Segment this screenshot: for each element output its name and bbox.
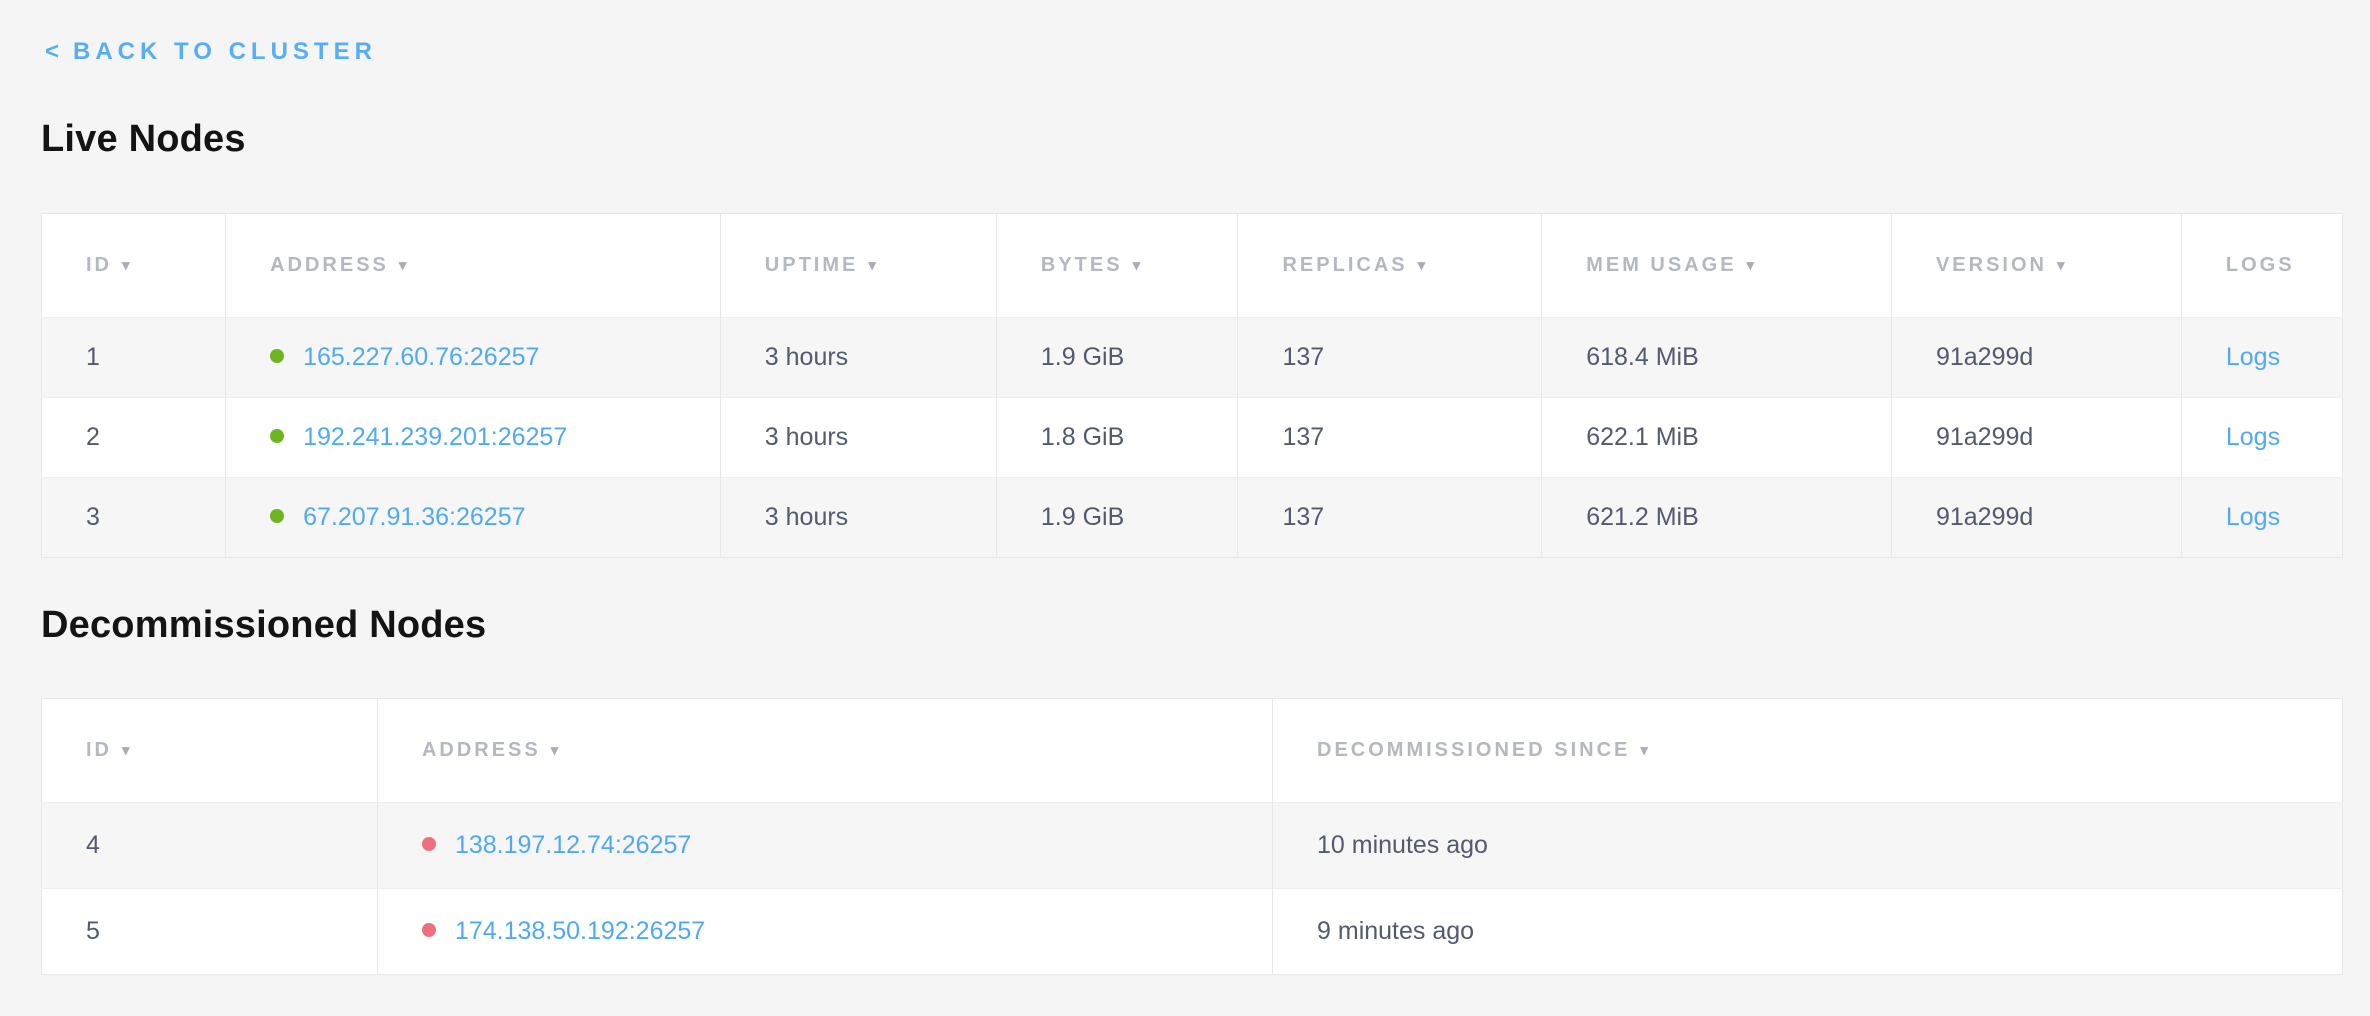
node-id-cell: 1 — [42, 318, 226, 398]
sort-arrow-icon: ▾ — [868, 256, 879, 274]
decommissioned-nodes-table: ID ▾ ADDRESS ▾ DECOMMISSIONED SINCE ▾ 4 138… — [41, 698, 2343, 975]
node-address-cell: 165.227.60.76:26257 — [226, 318, 721, 398]
column-header-replicas[interactable]: REPLICAS ▾ — [1238, 214, 1542, 318]
column-header-mem-usage[interactable]: MEM USAGE ▾ — [1542, 214, 1892, 318]
table-row: 1 165.227.60.76:26257 3 hours 1.9 GiB 13… — [42, 318, 2343, 398]
table-row: 2 192.241.239.201:26257 3 hours 1.8 GiB … — [42, 398, 2343, 478]
column-header-label: UPTIME — [765, 254, 859, 276]
column-header-label: ID — [86, 254, 112, 276]
column-header-label: DECOMMISSIONED SINCE — [1317, 739, 1630, 761]
sort-arrow-icon: ▾ — [1640, 741, 1651, 759]
decommissioned-status-dot-icon — [422, 923, 436, 937]
node-id-cell: 4 — [42, 803, 378, 889]
column-header-decommissioned-since[interactable]: DECOMMISSIONED SINCE ▾ — [1273, 699, 2343, 803]
column-header-address[interactable]: ADDRESS ▾ — [226, 214, 721, 318]
node-address-link[interactable]: 138.197.12.74:26257 — [455, 831, 691, 859]
sort-arrow-icon: ▾ — [551, 741, 562, 759]
column-header-bytes[interactable]: BYTES ▾ — [996, 214, 1238, 318]
sort-arrow-icon: ▾ — [2057, 256, 2068, 274]
node-version-cell: 91a299d — [1891, 318, 2181, 398]
sort-arrow-icon: ▾ — [1747, 256, 1758, 274]
node-bytes-cell: 1.9 GiB — [996, 318, 1238, 398]
node-uptime-cell: 3 hours — [720, 478, 996, 558]
live-nodes-title: Live Nodes — [41, 116, 2343, 162]
node-list-page: < BACK TO CLUSTER Live Nodes ID ▾ ADDRESS ▾… — [0, 0, 2370, 975]
node-address-cell: 138.197.12.74:26257 — [377, 803, 1272, 889]
decommissioned-since-cell: 10 minutes ago — [1273, 803, 2343, 889]
node-logs-cell: Logs — [2181, 478, 2342, 558]
live-nodes-table: ID ▾ ADDRESS ▾ UPTIME ▾ BYTES ▾ REPLICAS ▾ ME… — [41, 213, 2343, 558]
column-header-address[interactable]: ADDRESS ▾ — [377, 699, 1272, 803]
column-header-label: BYTES — [1041, 254, 1123, 276]
node-replicas-cell: 137 — [1238, 398, 1542, 478]
column-header-version[interactable]: VERSION ▾ — [1891, 214, 2181, 318]
back-to-cluster-link[interactable]: < BACK TO CLUSTER — [45, 38, 377, 66]
live-nodes-header-row: ID ▾ ADDRESS ▾ UPTIME ▾ BYTES ▾ REPLICAS ▾ ME… — [42, 214, 2343, 318]
node-mem-usage-cell: 618.4 MiB — [1542, 318, 1892, 398]
column-header-label: REPLICAS — [1282, 254, 1407, 276]
column-header-label: MEM USAGE — [1586, 254, 1736, 276]
node-bytes-cell: 1.8 GiB — [996, 398, 1238, 478]
node-version-cell: 91a299d — [1891, 398, 2181, 478]
node-address-link[interactable]: 174.138.50.192:26257 — [455, 917, 705, 945]
live-status-dot-icon — [270, 509, 284, 523]
column-header-logs: LOGS — [2181, 214, 2342, 318]
column-header-id[interactable]: ID ▾ — [42, 699, 378, 803]
node-address-link[interactable]: 165.227.60.76:26257 — [303, 343, 539, 371]
sort-arrow-icon: ▾ — [122, 741, 133, 759]
column-header-id[interactable]: ID ▾ — [42, 214, 226, 318]
node-uptime-cell: 3 hours — [720, 318, 996, 398]
node-address-cell: 192.241.239.201:26257 — [226, 398, 721, 478]
column-header-label: LOGS — [2226, 254, 2295, 276]
decommissioned-status-dot-icon — [422, 837, 436, 851]
decommissioned-since-cell: 9 minutes ago — [1273, 889, 2343, 975]
back-link-label: BACK TO CLUSTER — [73, 38, 377, 65]
node-address-link[interactable]: 192.241.239.201:26257 — [303, 423, 567, 451]
node-bytes-cell: 1.9 GiB — [996, 478, 1238, 558]
table-row: 3 67.207.91.36:26257 3 hours 1.9 GiB 137… — [42, 478, 2343, 558]
node-mem-usage-cell: 622.1 MiB — [1542, 398, 1892, 478]
live-status-dot-icon — [270, 429, 284, 443]
column-header-label: ADDRESS — [422, 739, 541, 761]
node-replicas-cell: 137 — [1238, 318, 1542, 398]
table-row: 4 138.197.12.74:26257 10 minutes ago — [42, 803, 2343, 889]
node-address-cell: 174.138.50.192:26257 — [377, 889, 1272, 975]
logs-link[interactable]: Logs — [2226, 343, 2280, 371]
table-row: 5 174.138.50.192:26257 9 minutes ago — [42, 889, 2343, 975]
column-header-label: VERSION — [1936, 254, 2047, 276]
logs-link[interactable]: Logs — [2226, 423, 2280, 451]
node-logs-cell: Logs — [2181, 398, 2342, 478]
node-id-cell: 2 — [42, 398, 226, 478]
node-uptime-cell: 3 hours — [720, 398, 996, 478]
node-id-cell: 5 — [42, 889, 378, 975]
decommissioned-nodes-title: Decommissioned Nodes — [41, 602, 2343, 648]
sort-arrow-icon: ▾ — [399, 256, 410, 274]
node-logs-cell: Logs — [2181, 318, 2342, 398]
live-status-dot-icon — [270, 349, 284, 363]
node-version-cell: 91a299d — [1891, 478, 2181, 558]
column-header-uptime[interactable]: UPTIME ▾ — [720, 214, 996, 318]
decommissioned-header-row: ID ▾ ADDRESS ▾ DECOMMISSIONED SINCE ▾ — [42, 699, 2343, 803]
node-address-link[interactable]: 67.207.91.36:26257 — [303, 503, 525, 531]
back-chevron-icon: < — [45, 38, 59, 65]
sort-arrow-icon: ▾ — [122, 256, 133, 274]
node-id-cell: 3 — [42, 478, 226, 558]
logs-link[interactable]: Logs — [2226, 503, 2280, 531]
sort-arrow-icon: ▾ — [1133, 256, 1144, 274]
node-mem-usage-cell: 621.2 MiB — [1542, 478, 1892, 558]
node-address-cell: 67.207.91.36:26257 — [226, 478, 721, 558]
node-replicas-cell: 137 — [1238, 478, 1542, 558]
column-header-label: ID — [86, 739, 112, 761]
column-header-label: ADDRESS — [270, 254, 389, 276]
sort-arrow-icon: ▾ — [1418, 256, 1429, 274]
